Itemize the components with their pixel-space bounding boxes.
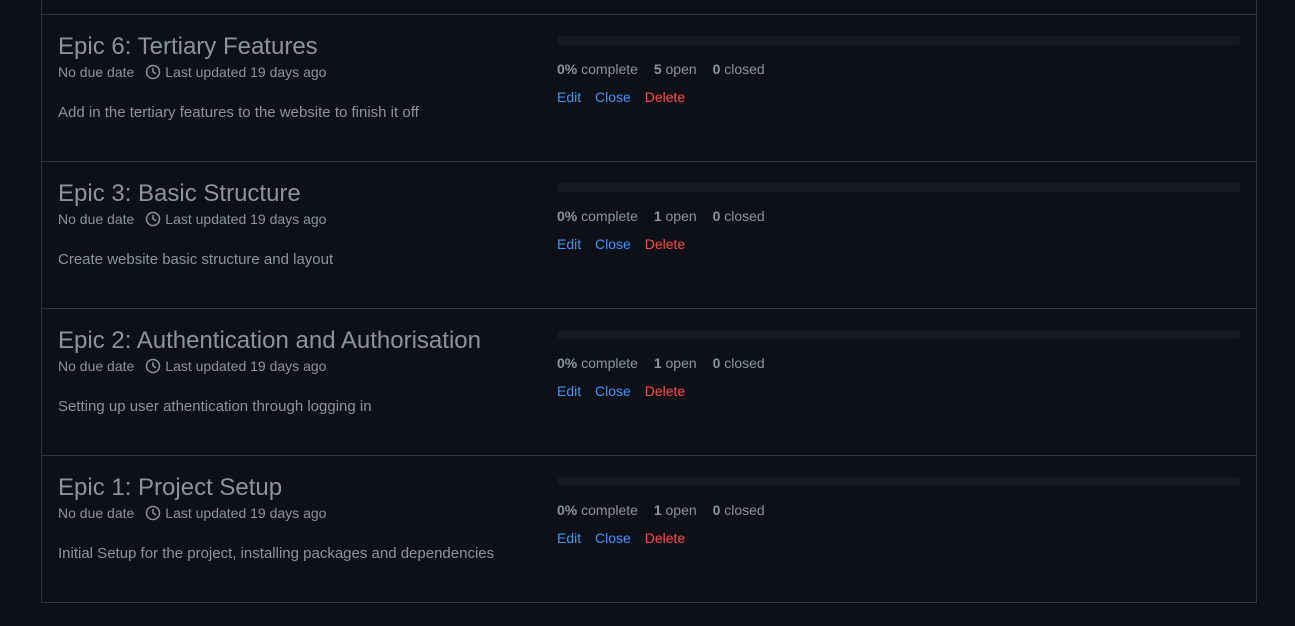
- due-date-text: No due date: [58, 505, 135, 521]
- delete-button[interactable]: Delete: [645, 383, 685, 399]
- due-date-text: No due date: [58, 358, 135, 374]
- percent-complete: 0% complete: [557, 208, 638, 224]
- milestone-stats: 0% complete 1 open 0 closed: [557, 206, 1241, 226]
- close-button[interactable]: Close: [595, 530, 631, 546]
- close-button[interactable]: Close: [595, 89, 631, 105]
- percent-complete: 0% complete: [557, 61, 638, 77]
- milestone-item: Epic 3: Basic Structure No due date Last…: [42, 162, 1256, 309]
- delete-button[interactable]: Delete: [645, 236, 685, 252]
- milestone-progress-area: 0% complete 1 open 0 closed Edit Close D…: [557, 330, 1241, 401]
- milestone-title-link[interactable]: Epic 6: Tertiary Features: [58, 32, 538, 62]
- milestone-title-link[interactable]: Epic 3: Basic Structure: [58, 179, 538, 209]
- last-updated-text: Last updated 19 days ago: [165, 505, 327, 521]
- open-count[interactable]: 1 open: [654, 355, 697, 371]
- previous-item-divider: [42, 0, 1256, 15]
- due-date-text: No due date: [58, 211, 135, 227]
- milestone-stats: 0% complete 5 open 0 closed: [557, 59, 1241, 79]
- open-count[interactable]: 1 open: [654, 502, 697, 518]
- progress-bar: [557, 183, 1241, 192]
- milestone-info: Epic 6: Tertiary Features No due date La…: [58, 32, 538, 124]
- milestone-progress-area: 0% complete 1 open 0 closed Edit Close D…: [557, 183, 1241, 254]
- due-date-text: No due date: [58, 64, 135, 80]
- percent-complete: 0% complete: [557, 502, 638, 518]
- milestone-title-link[interactable]: Epic 1: Project Setup: [58, 473, 538, 503]
- clock-icon: [145, 358, 161, 374]
- milestone-actions: Edit Close Delete: [557, 381, 1241, 401]
- close-button[interactable]: Close: [595, 383, 631, 399]
- progress-bar: [557, 330, 1241, 339]
- milestone-actions: Edit Close Delete: [557, 528, 1241, 548]
- milestone-description: Setting up user athentication through lo…: [58, 398, 372, 415]
- edit-button[interactable]: Edit: [557, 236, 581, 252]
- milestone-title-link[interactable]: Epic 2: Authentication and Authorisation: [58, 326, 538, 356]
- milestone-meta: No due date Last updated 19 days ago: [58, 503, 538, 523]
- clock-icon: [145, 64, 161, 80]
- delete-button[interactable]: Delete: [645, 89, 685, 105]
- closed-count[interactable]: 0 closed: [713, 61, 765, 77]
- milestone-description: Initial Setup for the project, installin…: [58, 545, 495, 562]
- open-count[interactable]: 5 open: [654, 61, 697, 77]
- milestone-actions: Edit Close Delete: [557, 87, 1241, 107]
- last-updated-text: Last updated 19 days ago: [165, 64, 327, 80]
- progress-bar: [557, 36, 1241, 45]
- milestone-item: Epic 1: Project Setup No due date Last u…: [42, 456, 1256, 602]
- milestone-progress-area: 0% complete 1 open 0 closed Edit Close D…: [557, 477, 1241, 548]
- milestone-meta: No due date Last updated 19 days ago: [58, 62, 538, 82]
- percent-complete: 0% complete: [557, 355, 638, 371]
- closed-count[interactable]: 0 closed: [713, 502, 765, 518]
- edit-button[interactable]: Edit: [557, 89, 581, 105]
- clock-icon: [145, 505, 161, 521]
- last-updated-text: Last updated 19 days ago: [165, 358, 327, 374]
- milestone-meta: No due date Last updated 19 days ago: [58, 209, 538, 229]
- close-button[interactable]: Close: [595, 236, 631, 252]
- milestone-stats: 0% complete 1 open 0 closed: [557, 500, 1241, 520]
- closed-count[interactable]: 0 closed: [713, 208, 765, 224]
- open-count[interactable]: 1 open: [654, 208, 697, 224]
- milestone-stats: 0% complete 1 open 0 closed: [557, 353, 1241, 373]
- milestone-item: Epic 2: Authentication and Authorisation…: [42, 309, 1256, 456]
- edit-button[interactable]: Edit: [557, 530, 581, 546]
- edit-button[interactable]: Edit: [557, 383, 581, 399]
- milestone-progress-area: 0% complete 5 open 0 closed Edit Close D…: [557, 36, 1241, 107]
- milestone-description: Create website basic structure and layou…: [58, 251, 334, 268]
- progress-bar: [557, 477, 1241, 486]
- delete-button[interactable]: Delete: [645, 530, 685, 546]
- last-updated-text: Last updated 19 days ago: [165, 211, 327, 227]
- milestone-info: Epic 2: Authentication and Authorisation…: [58, 326, 538, 418]
- closed-count[interactable]: 0 closed: [713, 355, 765, 371]
- clock-icon: [145, 211, 161, 227]
- milestone-info: Epic 1: Project Setup No due date Last u…: [58, 473, 538, 565]
- milestone-item: Epic 6: Tertiary Features No due date La…: [42, 15, 1256, 162]
- milestone-actions: Edit Close Delete: [557, 234, 1241, 254]
- milestone-description: Add in the tertiary features to the webs…: [58, 104, 419, 121]
- milestone-meta: No due date Last updated 19 days ago: [58, 356, 538, 376]
- milestone-info: Epic 3: Basic Structure No due date Last…: [58, 179, 538, 271]
- milestone-list: Epic 6: Tertiary Features No due date La…: [41, 0, 1257, 603]
